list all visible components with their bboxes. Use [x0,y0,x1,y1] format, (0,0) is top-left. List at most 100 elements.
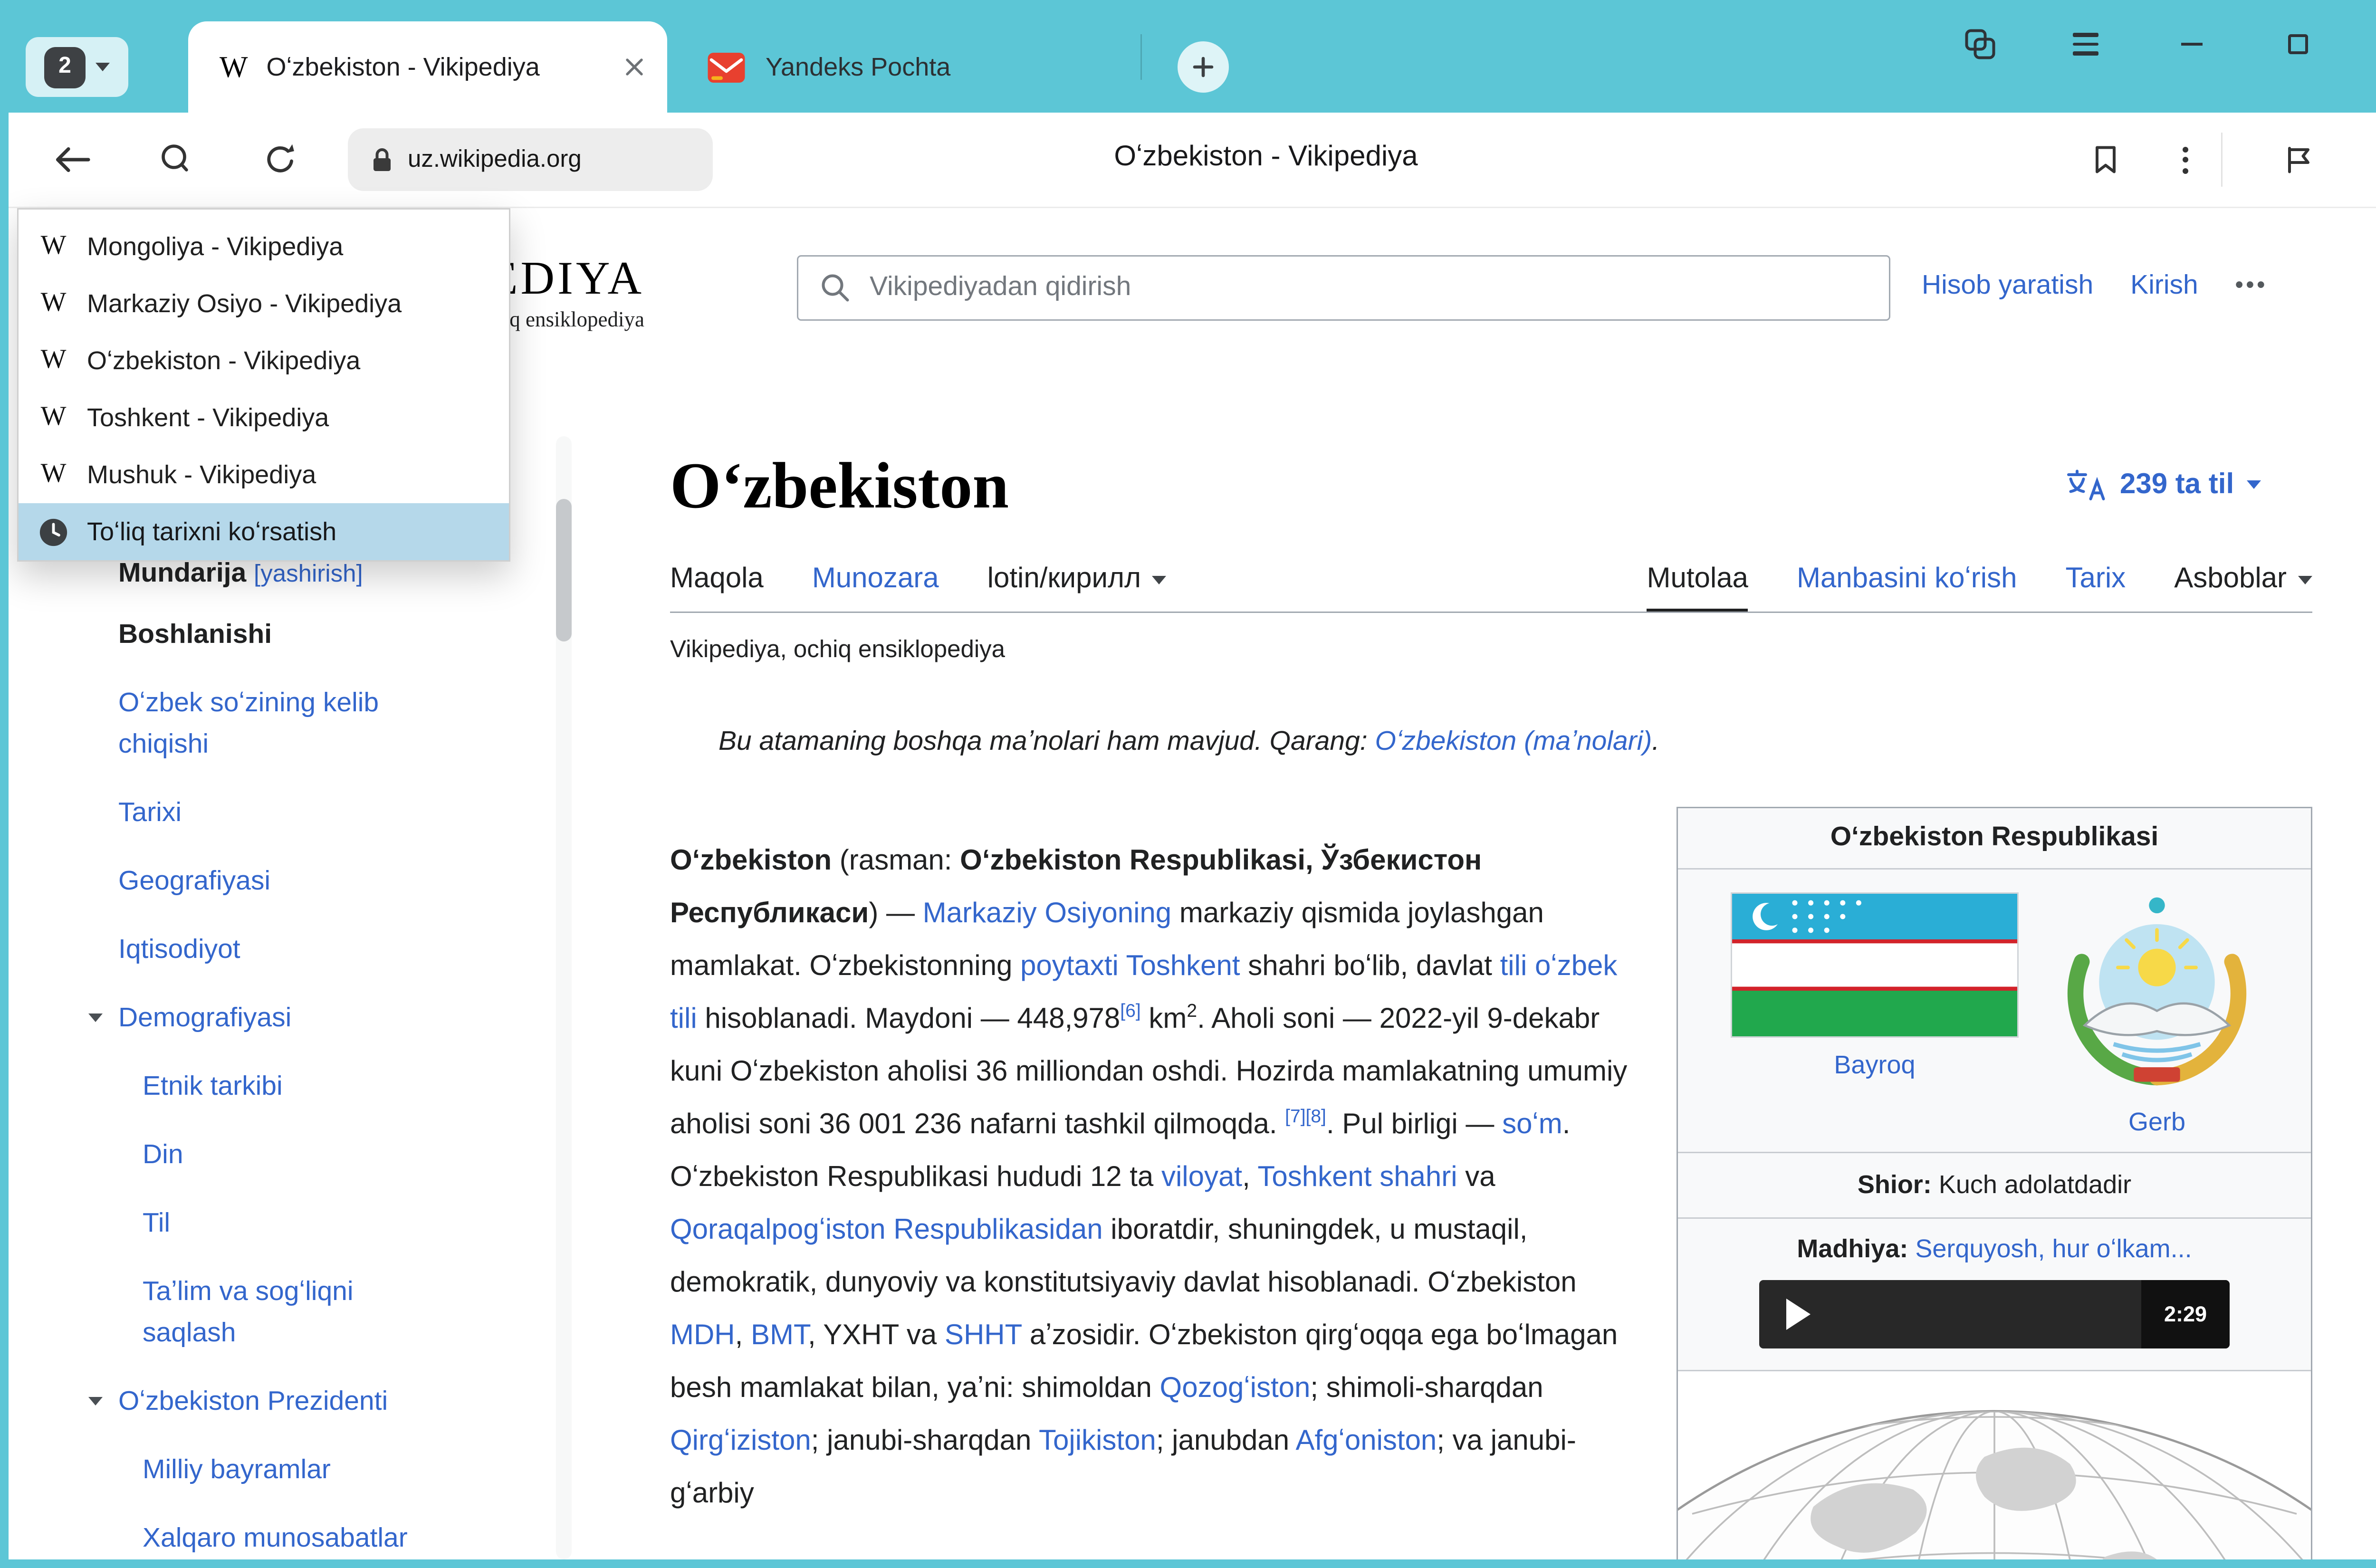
browser-tab-active[interactable]: W Oʻzbekiston - Vikipediya [188,21,667,113]
chevron-down-icon[interactable] [88,1013,103,1022]
new-tab-button[interactable] [1178,41,1229,93]
more-menu-icon[interactable]: ••• [2235,274,2268,299]
suggestion-list: W Mongoliya - Vikipediya W Markaziy Osiy… [19,218,509,503]
toc-item[interactable]: Geografiyasi [118,861,446,902]
suggestion-item[interactable]: W Markaziy Osiyo - Vikipediya [19,275,509,332]
toc-item[interactable]: Xalqaro munosabatlar [118,1518,446,1559]
toc-hide-link[interactable]: [yashirish] [254,560,363,587]
infobox-title: Oʻzbekiston Respublikasi [1678,808,2311,870]
chevron-down-icon[interactable] [88,1397,103,1405]
browser-toolbar: uz.wikipedia.org Oʻzbekiston - Vikipediy… [9,113,2376,208]
article-view-tab[interactable]: Tarix [2065,563,2126,612]
reload-button[interactable] [257,135,305,184]
wikipedia-favicon: W [38,402,68,433]
plus-icon [1192,56,1215,78]
article-tab[interactable]: lotin/кирилл [987,563,1167,612]
emblem-image[interactable] [2056,892,2258,1095]
tab-title: Oʻzbekiston - Vikipediya [266,52,606,82]
bookmark-icon [2089,143,2123,177]
text-segment[interactable]: Afgʻoniston [1295,1425,1437,1457]
anthem-label: Madhiya: [1797,1234,1908,1263]
article-view-tab[interactable]: Manbasini koʻrish [1797,563,2017,612]
suggestion-item[interactable]: W Mushuk - Vikipediya [19,446,509,503]
toc-item[interactable]: Oʻzbekiston Prezidenti [118,1381,446,1423]
tab-bar: 2 W Oʻzbekiston - Vikipediya Yandeks Poc… [0,0,2376,113]
text-segment[interactable]: poytaxti [1020,951,1119,982]
toc-item[interactable]: Din [118,1135,446,1176]
text-segment[interactable]: viloyat [1161,1162,1242,1193]
tab-group-button[interactable]: 2 [26,37,128,97]
text-segment[interactable]: soʻm [1502,1109,1562,1140]
text-segment[interactable]: Qozogʻiston [1160,1373,1311,1404]
text-segment[interactable]: [6] [1120,1000,1140,1021]
create-account-link[interactable]: Hisob yaratish [1922,271,2093,302]
maximize-button[interactable] [2280,26,2317,63]
text-segment[interactable]: Qirgʻiziston [670,1425,811,1457]
article-tabs-right: Mutolaa Manbasini koʻrish Tarix Asboblar [1647,563,2312,612]
search-input[interactable] [870,272,1869,304]
bookmark-button[interactable] [2081,135,2130,184]
toc-item[interactable]: Taʼlim va sogʻliqni saqlash [118,1272,446,1354]
article-view-tab[interactable]: Asboblar [2174,563,2312,612]
browser-window: 2 W Oʻzbekiston - Vikipediya Yandeks Poc… [0,0,2376,1568]
address-bar[interactable]: uz.wikipedia.org [348,128,713,191]
text-segment[interactable]: SHHT [945,1320,1022,1351]
text-segment[interactable]: Toshkent [1126,951,1240,982]
article-tab[interactable]: Maqola [670,563,764,612]
suggestion-item[interactable]: W Mongoliya - Vikipediya [19,218,509,275]
flag-image[interactable] [1731,892,2019,1038]
close-tab-icon[interactable] [624,57,644,77]
toc-item[interactable]: Oʻzbek soʻzining kelib chiqishi [118,683,446,765]
emblem-caption-link[interactable]: Gerb [2128,1108,2185,1138]
tab-title: Yandeks Pochta [766,52,1095,82]
search-icon [818,271,853,305]
toc-item[interactable]: Til [118,1203,446,1244]
wikipedia-favicon: W [38,459,68,490]
text-segment[interactable]: MDH [670,1320,735,1351]
language-selector[interactable]: 239 ta til [2064,468,2261,502]
text-segment: ; shimoli-sharqdan [1310,1373,1543,1404]
show-full-history-item[interactable]: Toʻliq tarixni koʻrsatish [19,503,509,560]
text-segment[interactable]: BMT [751,1320,808,1351]
text-segment[interactable]: Toshkent shahri [1257,1162,1457,1193]
article-view-tab[interactable]: Mutolaa [1647,563,1748,612]
collections-button[interactable] [2275,135,2324,184]
audio-player[interactable]: 2:29 [1759,1280,2230,1348]
suggestion-item[interactable]: W Toshkent - Vikipediya [19,389,509,446]
more-options-button[interactable] [2161,135,2210,184]
wikipedia-favicon: W [38,345,68,376]
minimize-icon [2181,42,2202,46]
flag-cell: Bayroq [1731,892,2019,1080]
toc-item[interactable]: Iqtisodiyot [118,929,446,971]
browser-tab-mail[interactable]: Yandeks Pochta [687,21,1115,113]
text-segment: , [735,1320,751,1351]
suggestion-item[interactable]: W Oʻzbekiston - Vikipediya [19,332,509,389]
toc-item[interactable]: Milliy bayramlar [118,1450,446,1491]
text-segment[interactable]: Tojikiston [1039,1425,1156,1457]
toc-scrollbar-thumb[interactable] [556,499,572,641]
text-segment[interactable]: [7][8] [1285,1105,1326,1127]
toc-item[interactable]: Boshlanishi [118,614,446,656]
wiki-search-bar[interactable] [797,255,1890,321]
yandex-search-button[interactable] [151,135,200,184]
menu-button[interactable] [2067,26,2104,63]
login-link[interactable]: Kirish [2130,271,2198,302]
text-segment[interactable]: Markaziy Osiyoning [923,898,1172,929]
hatnote-link[interactable]: Oʻzbekiston (maʼnolari) [1375,727,1652,757]
wikipedia-favicon: W [220,49,248,85]
play-button[interactable] [1759,1299,1836,1330]
bookmarks-panel-button[interactable] [1962,26,1999,63]
text-segment: , YXHT va [808,1320,945,1351]
location-map [1678,1370,2311,1559]
back-button[interactable] [48,135,97,184]
toc-item[interactable]: Etnik tarkibi [118,1066,446,1108]
flag-tag-icon [2282,143,2317,177]
anthem-link[interactable]: Serquyosh, hur oʻlkam... [1908,1234,2192,1263]
chevron-down-icon [1152,575,1167,584]
toc-item[interactable]: Tarixi [118,793,446,834]
flag-caption-link[interactable]: Bayroq [1834,1051,1915,1080]
minimize-button[interactable] [2173,26,2210,63]
text-segment[interactable]: Qoraqalpogʻiston Respublikasidan [670,1214,1103,1246]
article-tab[interactable]: Munozara [812,563,939,612]
toc-item[interactable]: Demografiyasi [118,998,446,1039]
